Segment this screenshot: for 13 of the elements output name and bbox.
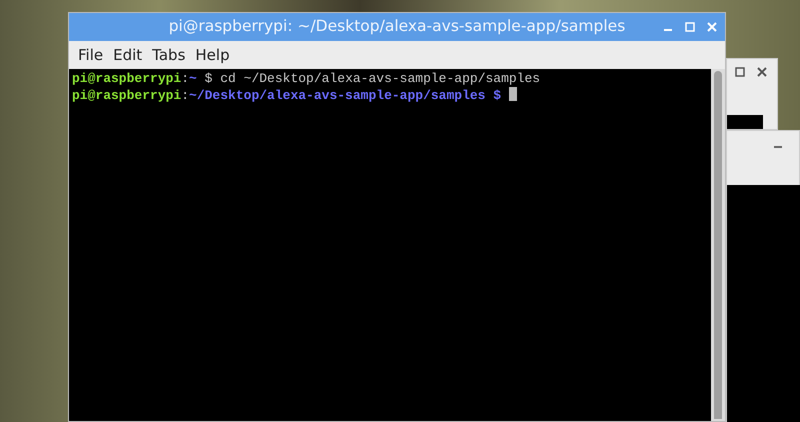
maximize-icon[interactable] <box>685 22 695 32</box>
terminal-area <box>727 115 763 129</box>
scrollbar-thumb[interactable] <box>714 71 722 419</box>
minimize-icon[interactable] <box>773 145 783 149</box>
window-title: pi@raspberrypi: ~/Desktop/alexa-avs-sample-app/samples <box>168 16 626 38</box>
close-icon[interactable] <box>757 67 767 77</box>
maximize-icon <box>735 67 745 77</box>
menu-item[interactable]: Edit <box>108 44 148 66</box>
terminal-line: pi@raspberrypi:~ $ cd ~/Desktop/alexa-avs-sample-app/samples <box>72 71 542 87</box>
menu-item[interactable]: File <box>73 44 108 66</box>
menu-item[interactable]: Help <box>190 44 235 66</box>
terminal-line: pi@raspberrypi:~/Desktop/alexa-avs-sample-app/samples $ <box>72 87 708 104</box>
menu-item[interactable]: Tabs <box>147 44 190 66</box>
